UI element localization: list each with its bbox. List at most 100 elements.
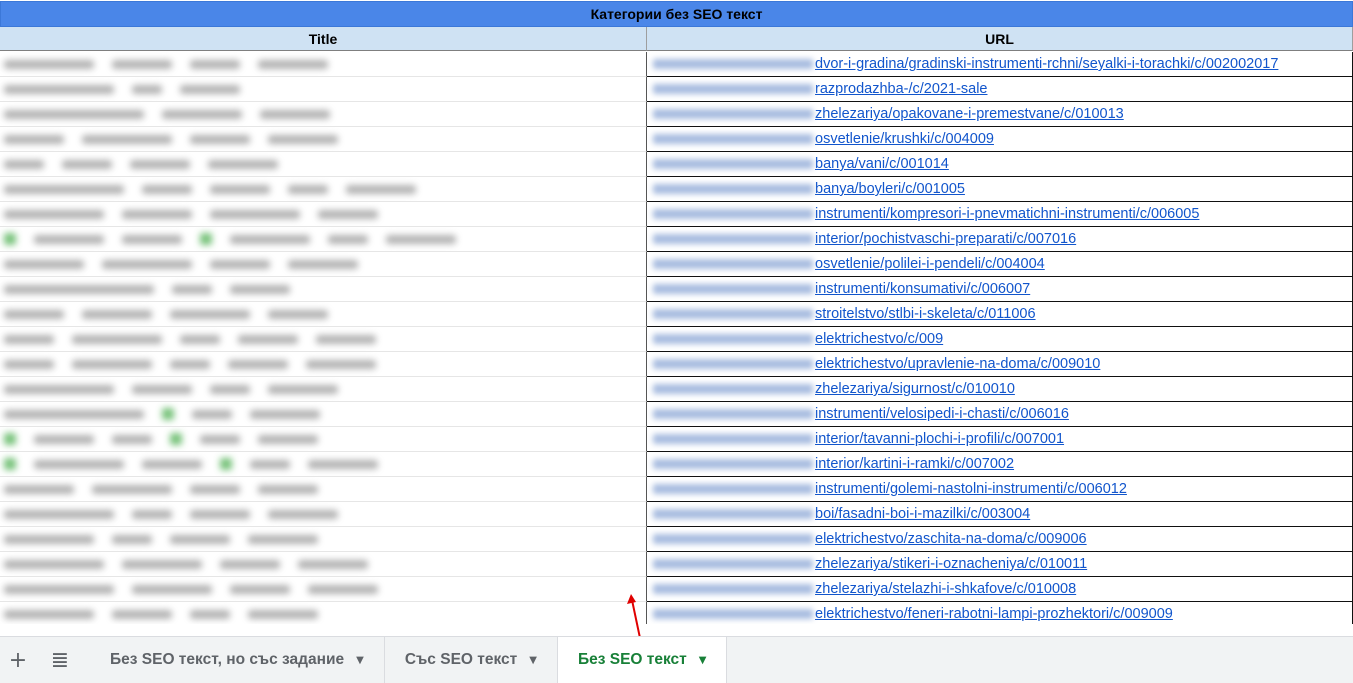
url-link[interactable]: elektrichestvo/c/009 xyxy=(815,331,943,347)
redacted-word xyxy=(228,359,288,369)
title-cell-redacted[interactable] xyxy=(0,527,647,552)
column-header-title[interactable]: Title xyxy=(0,27,647,51)
url-cell[interactable]: instrumenti/kompresori-i-pnevmatichni-in… xyxy=(647,202,1353,227)
url-cell[interactable]: razprodazhba-/c/2021-sale xyxy=(647,77,1353,102)
redacted-word xyxy=(112,59,172,69)
title-cell-redacted[interactable] xyxy=(0,77,647,102)
url-cell[interactable]: instrumenti/konsumativi/c/006007 xyxy=(647,277,1353,302)
url-cell[interactable]: elektrichestvo/zaschita-na-doma/c/009006 xyxy=(647,527,1353,552)
title-cell-redacted[interactable] xyxy=(0,152,647,177)
redacted-word xyxy=(268,509,338,519)
url-cell[interactable]: interior/pochistvaschi-preparati/c/00701… xyxy=(647,227,1353,252)
url-cell[interactable]: banya/vani/c/001014 xyxy=(647,152,1353,177)
redacted-text xyxy=(4,506,338,522)
url-cell[interactable]: banya/boyleri/c/001005 xyxy=(647,177,1353,202)
chevron-down-icon[interactable]: ▼ xyxy=(529,655,537,666)
url-link[interactable]: interior/kartini-i-ramki/c/007002 xyxy=(815,456,1014,472)
title-cell-redacted[interactable] xyxy=(0,202,647,227)
redacted-word xyxy=(170,359,210,369)
redacted-domain xyxy=(653,509,813,519)
url-link[interactable]: banya/boyleri/c/001005 xyxy=(815,181,965,197)
url-link[interactable]: osvetlenie/krushki/c/004009 xyxy=(815,131,994,147)
url-link[interactable]: stroitelstvo/stlbi-i-skeleta/c/011006 xyxy=(815,306,1036,322)
url-cell[interactable]: osvetlenie/krushki/c/004009 xyxy=(647,127,1353,152)
title-cell-redacted[interactable] xyxy=(0,52,647,77)
redacted-word xyxy=(318,209,378,219)
url-cell[interactable]: zhelezariya/opakovane-i-premestvane/c/01… xyxy=(647,102,1353,127)
redacted-text xyxy=(4,106,330,122)
url-link[interactable]: instrumenti/golemi-nastolni-instrumenti/… xyxy=(815,481,1127,497)
title-cell-redacted[interactable] xyxy=(0,177,647,202)
url-cell[interactable]: zhelezariya/stelazhi-i-shkafove/c/010008 xyxy=(647,577,1353,602)
title-cell-redacted[interactable] xyxy=(0,602,647,624)
url-cell[interactable]: zhelezariya/sigurnost/c/010010 xyxy=(647,377,1353,402)
redacted-word xyxy=(4,84,114,94)
url-link[interactable]: razprodazhba-/c/2021-sale xyxy=(815,81,988,97)
url-link[interactable]: interior/tavanni-plochi-i-profili/c/0070… xyxy=(815,431,1064,447)
url-cell[interactable]: instrumenti/golemi-nastolni-instrumenti/… xyxy=(647,477,1353,502)
redacted-word xyxy=(170,309,250,319)
title-cell-redacted[interactable] xyxy=(0,127,647,152)
url-link[interactable]: elektrichestvo/upravlenie-na-doma/c/0090… xyxy=(815,356,1100,372)
url-cell[interactable]: elektrichestvo/feneri-rabotni-lampi-proz… xyxy=(647,602,1353,624)
redacted-word xyxy=(142,459,202,469)
redacted-word xyxy=(248,534,318,544)
url-link[interactable]: instrumenti/velosipedi-i-chasti/c/006016 xyxy=(815,406,1069,422)
title-cell-redacted[interactable] xyxy=(0,377,647,402)
title-cell-redacted[interactable] xyxy=(0,227,647,252)
title-cell-redacted[interactable] xyxy=(0,102,647,127)
title-cell-redacted[interactable] xyxy=(0,552,647,577)
redacted-word xyxy=(4,309,64,319)
sheet-tab-with-seo[interactable]: Със SEO текст ▼ xyxy=(385,637,558,683)
all-sheets-list-icon[interactable]: ≣ xyxy=(36,637,84,683)
redacted-text xyxy=(4,331,376,347)
url-cell[interactable]: elektrichestvo/upravlenie-na-doma/c/0090… xyxy=(647,352,1353,377)
chevron-down-icon[interactable]: ▼ xyxy=(356,655,364,666)
table-row: zhelezariya/stelazhi-i-shkafove/c/010008 xyxy=(0,577,1353,602)
title-cell-redacted[interactable] xyxy=(0,402,647,427)
title-cell-redacted[interactable] xyxy=(0,277,647,302)
column-header-url[interactable]: URL xyxy=(647,27,1353,51)
title-cell-redacted[interactable] xyxy=(0,452,647,477)
url-cell[interactable]: stroitelstvo/stlbi-i-skeleta/c/011006 xyxy=(647,302,1353,327)
redacted-domain xyxy=(653,234,813,244)
url-link[interactable]: osvetlenie/polilei-i-pendeli/c/004004 xyxy=(815,256,1045,272)
url-cell[interactable]: interior/kartini-i-ramki/c/007002 xyxy=(647,452,1353,477)
title-cell-redacted[interactable] xyxy=(0,302,647,327)
url-cell[interactable]: elektrichestvo/c/009 xyxy=(647,327,1353,352)
url-cell[interactable]: boi/fasadni-boi-i-mazilki/c/003004 xyxy=(647,502,1353,527)
url-link[interactable]: zhelezariya/sigurnost/c/010010 xyxy=(815,381,1015,397)
sheet-tab-no-seo[interactable]: Без SEO текст ▼ xyxy=(557,637,728,683)
url-cell[interactable]: interior/tavanni-plochi-i-profili/c/0070… xyxy=(647,427,1353,452)
checkmark-icon xyxy=(200,233,212,245)
table-row: boi/fasadni-boi-i-mazilki/c/003004 xyxy=(0,502,1353,527)
url-link[interactable]: zhelezariya/opakovane-i-premestvane/c/01… xyxy=(815,106,1124,122)
title-cell-redacted[interactable] xyxy=(0,477,647,502)
table-row: instrumenti/konsumativi/c/006007 xyxy=(0,277,1353,302)
url-link[interactable]: zhelezariya/stikeri-i-oznacheniya/c/0100… xyxy=(815,556,1087,572)
title-cell-redacted[interactable] xyxy=(0,327,647,352)
url-cell[interactable]: instrumenti/velosipedi-i-chasti/c/006016 xyxy=(647,402,1353,427)
chevron-down-icon[interactable]: ▼ xyxy=(699,655,707,666)
title-cell-redacted[interactable] xyxy=(0,502,647,527)
redacted-word xyxy=(4,134,64,144)
sheet-tab-no-seo-with-task[interactable]: Без SEO текст, но със задание ▼ xyxy=(90,637,385,683)
sheet-title-row[interactable]: Категории без SEO текст xyxy=(0,1,1353,27)
title-cell-redacted[interactable] xyxy=(0,577,647,602)
title-cell-redacted[interactable] xyxy=(0,427,647,452)
title-cell-redacted[interactable] xyxy=(0,352,647,377)
url-link[interactable]: zhelezariya/stelazhi-i-shkafove/c/010008 xyxy=(815,581,1076,597)
url-cell[interactable]: osvetlenie/polilei-i-pendeli/c/004004 xyxy=(647,252,1353,277)
url-link[interactable]: instrumenti/kompresori-i-pnevmatichni-in… xyxy=(815,206,1199,222)
url-link[interactable]: boi/fasadni-boi-i-mazilki/c/003004 xyxy=(815,506,1030,522)
add-sheet-icon[interactable]: + xyxy=(0,637,36,683)
title-cell-redacted[interactable] xyxy=(0,252,647,277)
url-link[interactable]: dvor-i-gradina/gradinski-instrumenti-rch… xyxy=(815,56,1278,72)
url-link[interactable]: elektrichestvo/zaschita-na-doma/c/009006 xyxy=(815,531,1087,547)
url-cell[interactable]: dvor-i-gradina/gradinski-instrumenti-rch… xyxy=(647,52,1353,77)
url-link[interactable]: elektrichestvo/feneri-rabotni-lampi-proz… xyxy=(815,606,1173,622)
url-link[interactable]: banya/vani/c/001014 xyxy=(815,156,949,172)
url-cell[interactable]: zhelezariya/stikeri-i-oznacheniya/c/0100… xyxy=(647,552,1353,577)
url-link[interactable]: interior/pochistvaschi-preparati/c/00701… xyxy=(815,231,1076,247)
url-link[interactable]: instrumenti/konsumativi/c/006007 xyxy=(815,281,1030,297)
